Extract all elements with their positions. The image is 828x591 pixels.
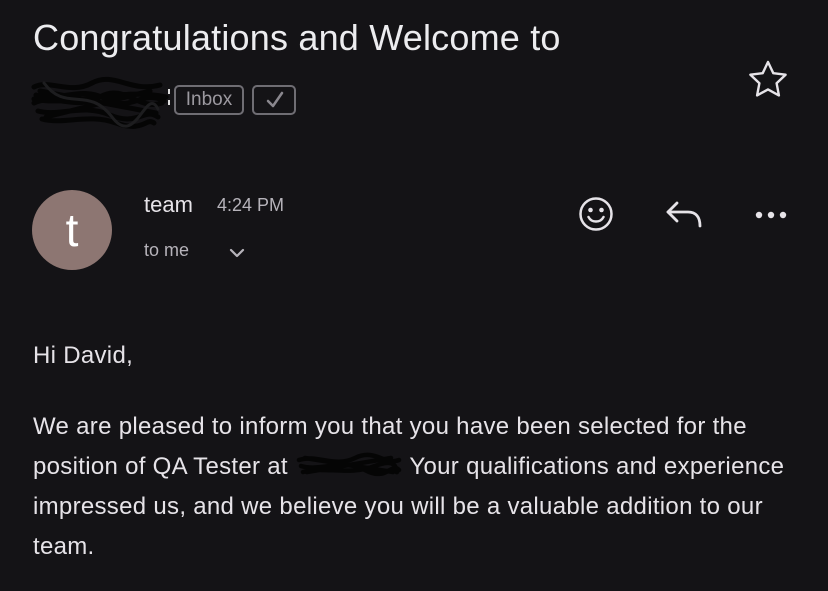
redaction-scribble-inline: [296, 452, 402, 477]
email-greeting: Hi David,: [33, 342, 134, 369]
redaction-scribble: [31, 76, 170, 129]
reply-button[interactable]: [664, 199, 704, 236]
email-subject: Congratulations and Welcome to: [33, 17, 561, 58]
more-horizontal-icon: [755, 211, 787, 219]
mark-done-chip[interactable]: [252, 85, 296, 115]
label-chip-inbox[interactable]: Inbox: [174, 85, 244, 115]
reply-icon: [666, 201, 702, 228]
email-body-paragraph: We are pleased to inform you that you ha…: [33, 407, 793, 567]
more-options-button[interactable]: [754, 208, 790, 226]
sender-avatar[interactable]: t: [32, 190, 112, 270]
checkmark-icon: [266, 91, 284, 108]
add-reaction-button[interactable]: [578, 196, 614, 237]
received-time: 4:24 PM: [217, 195, 285, 215]
chevron-down-icon[interactable]: [229, 247, 245, 259]
label-inbox-text: Inbox: [185, 89, 233, 110]
smiley-icon: [579, 197, 613, 231]
recipient-label[interactable]: to me: [144, 238, 189, 262]
sender-name[interactable]: team: [144, 191, 193, 219]
avatar-initial: t: [65, 204, 79, 256]
star-icon[interactable]: [747, 59, 789, 99]
